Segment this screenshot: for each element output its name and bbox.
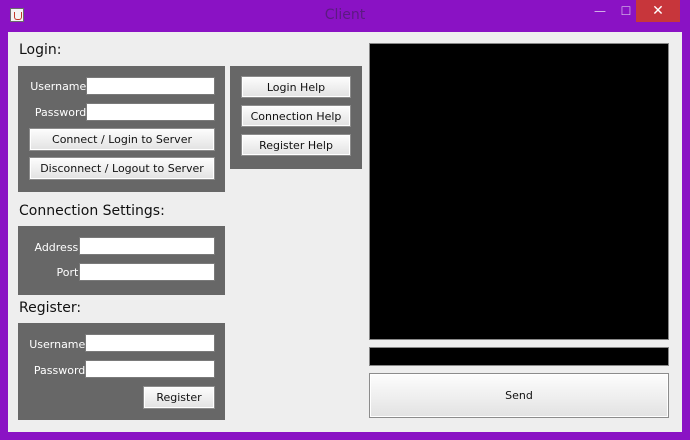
register-username-input[interactable] bbox=[85, 334, 215, 352]
message-input[interactable] bbox=[369, 347, 669, 366]
login-password-label: Password: bbox=[34, 106, 90, 119]
client-window: Client — ☐ ✕ Login: Username: Password: … bbox=[0, 0, 690, 440]
help-panel: Login Help Connection Help Register Help bbox=[230, 66, 362, 169]
address-label: Address: bbox=[34, 241, 82, 254]
login-username-input[interactable] bbox=[86, 77, 215, 95]
login-heading: Login: bbox=[19, 42, 62, 58]
address-input[interactable] bbox=[79, 237, 215, 255]
connect-login-button[interactable]: Connect / Login to Server bbox=[29, 128, 215, 151]
login-panel: Username: Password: Connect / Login to S… bbox=[18, 66, 225, 192]
register-password-label: Password: bbox=[33, 364, 89, 377]
port-input[interactable] bbox=[79, 263, 215, 281]
register-panel: Username: Password: Register bbox=[18, 323, 225, 420]
message-display-area[interactable] bbox=[369, 43, 669, 340]
disconnect-logout-button[interactable]: Disconnect / Logout to Server bbox=[29, 157, 215, 180]
register-password-input[interactable] bbox=[85, 360, 215, 378]
close-button[interactable]: ✕ bbox=[636, 0, 680, 22]
register-heading: Register: bbox=[19, 300, 82, 316]
login-password-input[interactable] bbox=[86, 103, 215, 121]
connection-panel: Address: Port: bbox=[18, 226, 225, 295]
connection-help-button[interactable]: Connection Help bbox=[241, 105, 351, 127]
register-help-button[interactable]: Register Help bbox=[241, 134, 351, 156]
connection-settings-heading: Connection Settings: bbox=[19, 203, 165, 219]
client-area: Login: Username: Password: Connect / Log… bbox=[8, 32, 682, 432]
register-username-label: Username: bbox=[29, 338, 89, 351]
send-button[interactable]: Send bbox=[369, 373, 669, 418]
title-bar[interactable]: Client — ☐ ✕ bbox=[0, 0, 690, 32]
login-username-label: Username: bbox=[30, 80, 90, 93]
register-button[interactable]: Register bbox=[143, 386, 215, 409]
port-label: Port: bbox=[56, 266, 82, 279]
minimize-button[interactable]: — bbox=[586, 0, 614, 22]
login-help-button[interactable]: Login Help bbox=[241, 76, 351, 98]
